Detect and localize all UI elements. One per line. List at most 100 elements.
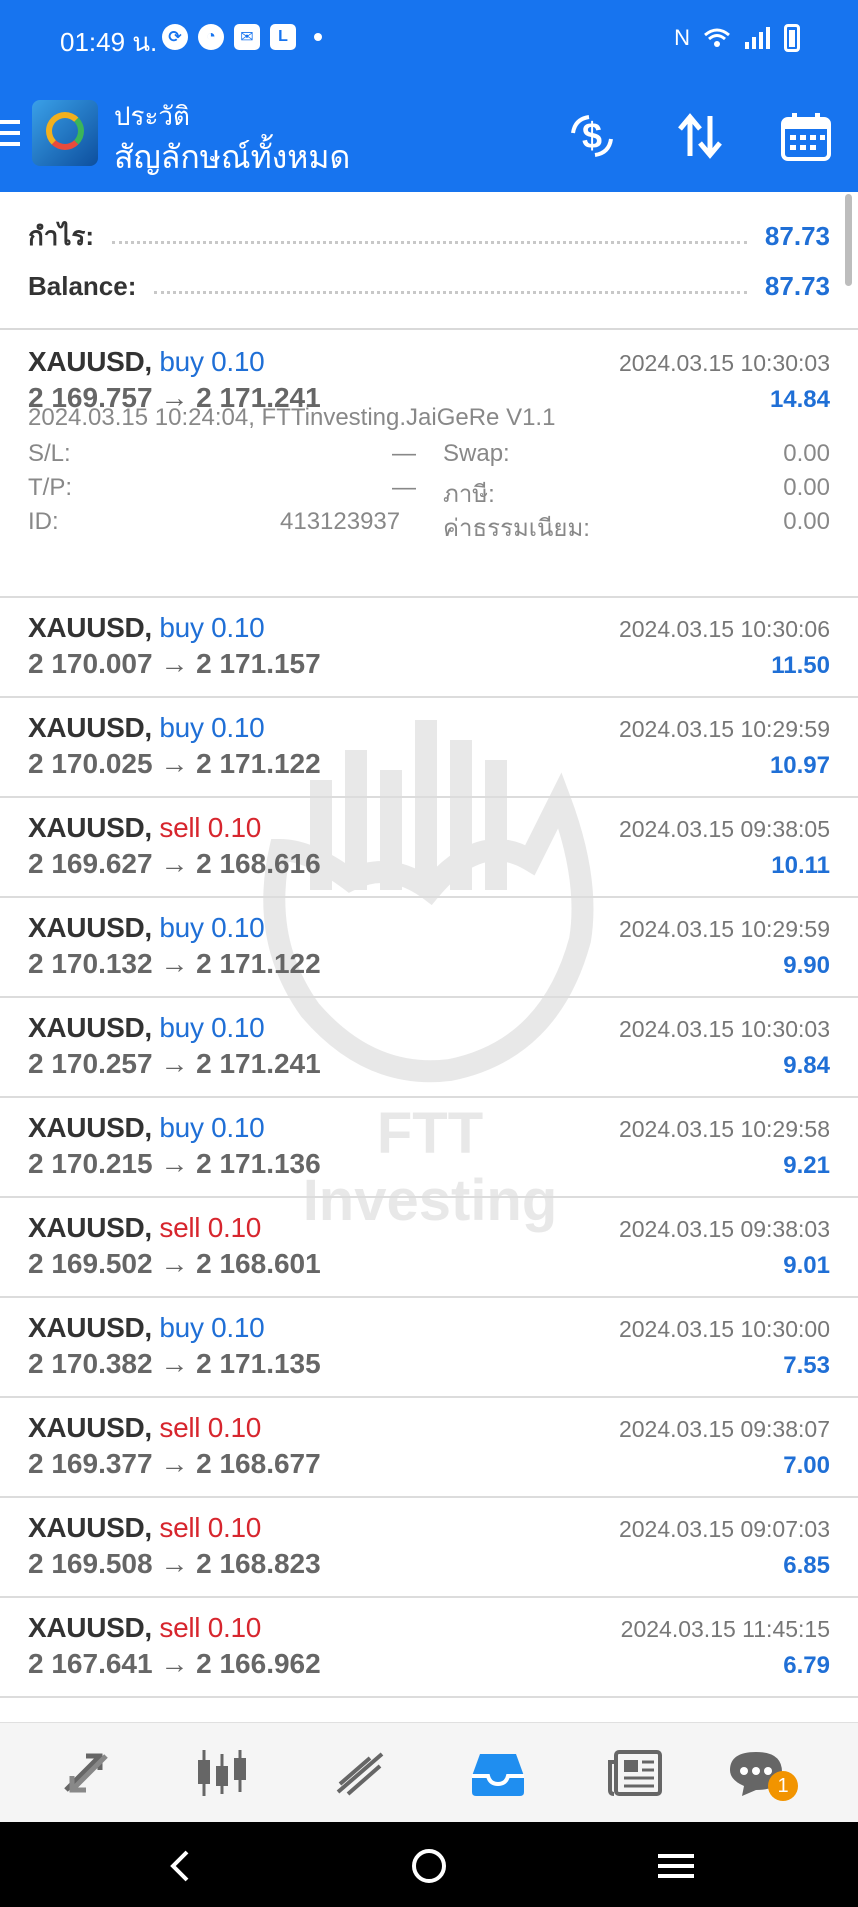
deal-row[interactable]: XAUUSD, buy 0.10 2 170.382 → 2 171.135 202… — [0, 1298, 858, 1398]
deal-prices: 2 169.377 → 2 168.677 — [28, 1448, 321, 1479]
deal-time: 2024.03.15 10:30:03 — [618, 1016, 830, 1042]
deal-side: buy — [159, 346, 204, 377]
shield-icon: L — [270, 24, 296, 50]
mail-icon: ✉ — [234, 24, 260, 50]
deal-side: sell — [159, 1412, 201, 1443]
status-system-icons: N — [674, 24, 800, 52]
swap-label: Swap: — [443, 440, 510, 467]
status-time: 01:49 น. — [60, 27, 158, 57]
deal-profit: 9.90 — [783, 952, 830, 979]
deal-symbol: XAUUSD, buy 0.10 — [28, 1112, 265, 1144]
deal-time: 2024.03.15 10:30:06 — [618, 616, 830, 642]
id-label: ID: — [28, 508, 59, 535]
deal-volume: 0.10 — [211, 912, 265, 943]
deal-row-expanded[interactable]: XAUUSD, buy 0.10 2 169.757 → 2 171.241 202… — [0, 332, 858, 598]
deal-profit: 7.00 — [783, 1452, 830, 1479]
app-logo — [32, 100, 98, 166]
fee-label: ค่าธรรมเนียม: — [443, 515, 590, 542]
symbol-name: XAUUSD, — [28, 812, 152, 843]
page-title: ประวัติ — [114, 101, 190, 131]
sort-icon[interactable] — [672, 108, 728, 164]
nfc-icon: N — [674, 25, 690, 50]
deal-profit: 6.85 — [783, 1552, 830, 1579]
status-bar: 01:49 น. ⟳ ◔ ✉ L N — [0, 0, 858, 80]
deal-time: 2024.03.15 09:38:05 — [618, 816, 830, 842]
deal-open-info: 2024.03.15 10:24:04, FTTinvesting.JaiGeR… — [28, 404, 556, 431]
tp-label: T/P: — [28, 474, 73, 501]
trade-icon[interactable] — [328, 1745, 392, 1801]
deal-row[interactable]: XAUUSD, sell 0.10 2 169.508 → 2 168.823 20… — [0, 1498, 858, 1598]
deal-time: 2024.03.15 10:29:59 — [618, 716, 830, 742]
symbol-filter-title[interactable]: สัญลักษณ์ทั้งหมด — [114, 132, 350, 183]
deal-symbol: XAUUSD, buy 0.10 — [28, 346, 265, 378]
symbol-name: XAUUSD, — [28, 712, 152, 743]
deal-symbol: XAUUSD, sell 0.10 — [28, 1212, 261, 1244]
more-notifications-dot — [314, 33, 322, 41]
deal-symbol: XAUUSD, buy 0.10 — [28, 912, 265, 944]
symbol-name: XAUUSD, — [28, 1212, 152, 1243]
profit-label: กำไร: — [28, 220, 95, 251]
chart-icon[interactable] — [190, 1745, 254, 1801]
deal-profit: 11.50 — [771, 652, 830, 679]
deal-prices: 2 169.502 → 2 168.601 — [28, 1248, 321, 1279]
deal-row[interactable]: XAUUSD, buy 0.10 2 170.215 → 2 171.136 202… — [0, 1098, 858, 1198]
currency-exchange-icon[interactable]: $ — [564, 108, 620, 164]
deal-prices: 2 170.215 → 2 171.136 — [28, 1148, 321, 1179]
deal-volume: 0.10 — [207, 1612, 262, 1643]
chat-icon[interactable]: 1 — [724, 1745, 798, 1801]
history-icon[interactable] — [466, 1745, 530, 1801]
symbol-name: XAUUSD, — [28, 346, 152, 377]
symbol-name: XAUUSD, — [28, 912, 152, 943]
deal-prices: 2 170.025 → 2 171.122 — [28, 748, 321, 779]
deal-row[interactable]: XAUUSD, buy 0.10 2 170.025 → 2 171.122 202… — [0, 698, 858, 798]
balance-value: 87.73 — [764, 270, 830, 301]
symbol-name: XAUUSD, — [28, 1112, 152, 1143]
deal-side: buy — [159, 712, 204, 743]
deal-prices: 2 169.627 → 2 168.616 — [28, 848, 321, 879]
summary-panel: กำไร: 87.73 Balance: 87.73 — [0, 192, 858, 330]
symbol-name: XAUUSD, — [28, 612, 152, 643]
deal-side: buy — [159, 612, 204, 643]
deal-profit: 14.84 — [769, 386, 830, 413]
symbol-name: XAUUSD, — [28, 1312, 152, 1343]
deal-volume: 0.10 — [207, 1412, 262, 1443]
deal-side: sell — [159, 1512, 201, 1543]
deal-row[interactable]: XAUUSD, sell 0.10 2 169.502 → 2 168.601 20… — [0, 1198, 858, 1298]
deal-symbol: XAUUSD, buy 0.10 — [28, 1312, 265, 1344]
id-value: 413123937 — [280, 508, 401, 535]
quotes-icon[interactable] — [54, 1745, 118, 1801]
deal-time: 2024.03.15 11:45:15 — [620, 1616, 830, 1642]
deal-prices: 2 170.382 → 2 171.135 — [28, 1348, 321, 1379]
deal-time: 2024.03.15 10:29:58 — [618, 1116, 830, 1142]
scrollbar[interactable] — [845, 194, 852, 286]
deal-side: sell — [159, 1212, 201, 1243]
deal-row[interactable]: XAUUSD, buy 0.10 2 170.132 → 2 171.122 202… — [0, 898, 858, 998]
symbol-name: XAUUSD, — [28, 1612, 152, 1643]
profit-row: กำไร: 87.73 — [28, 216, 830, 256]
deal-prices: 2 170.132 → 2 171.122 — [28, 948, 321, 979]
deal-row[interactable]: XAUUSD, buy 0.10 2 170.257 → 2 171.241 202… — [0, 998, 858, 1098]
balance-row: Balance: 87.73 — [28, 266, 830, 306]
deal-row[interactable]: XAUUSD, sell 0.10 2 169.377 → 2 168.677 20… — [0, 1398, 858, 1498]
deal-side: buy — [159, 912, 204, 943]
deal-volume: 0.10 — [211, 1112, 265, 1143]
calendar-icon[interactable] — [778, 108, 834, 164]
deal-profit: 9.84 — [783, 1052, 830, 1079]
recents-icon[interactable] — [654, 1844, 698, 1888]
deal-profit: 9.01 — [783, 1252, 830, 1279]
back-icon[interactable] — [158, 1844, 202, 1888]
clock-icon: ⟳ — [162, 24, 188, 50]
deal-prices: 2 167.641 → 2 166.962 — [28, 1648, 321, 1679]
balance-label: Balance: — [28, 270, 137, 301]
deal-row[interactable]: XAUUSD, buy 0.10 2 170.007 → 2 171.157 202… — [0, 598, 858, 698]
home-icon[interactable] — [407, 1844, 451, 1888]
deal-time: 2024.03.15 10:30:00 — [618, 1316, 830, 1342]
news-icon[interactable] — [604, 1745, 668, 1801]
deal-row[interactable]: XAUUSD, sell 0.10 2 167.641 → 2 166.962 20… — [0, 1598, 858, 1698]
deal-side: buy — [159, 1012, 204, 1043]
deal-row[interactable]: XAUUSD, sell 0.10 2 169.627 → 2 168.616 20… — [0, 798, 858, 898]
wifi-icon — [704, 28, 730, 47]
menu-icon[interactable] — [0, 120, 20, 150]
deal-time: 2024.03.15 10:30:03 — [618, 350, 830, 376]
deal-volume: 0.10 — [207, 812, 262, 843]
